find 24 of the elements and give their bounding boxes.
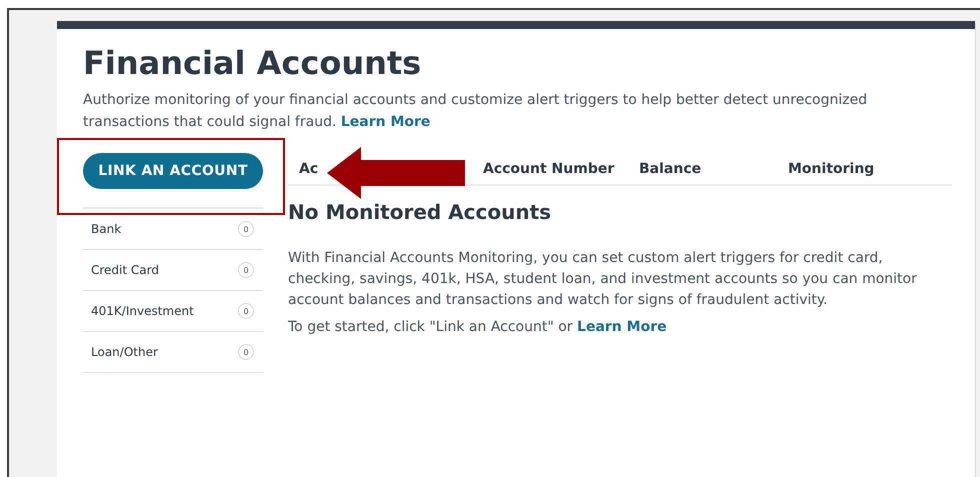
page-description: Authorize monitoring of your financial accounts and customize alert triggers to help better detect unrecognized transactions that could signal fraud. Learn More — [83, 91, 868, 132]
column-header: Account Number — [483, 160, 616, 176]
get-started-text: To get started, click "Link an Account" or Learn More — [288, 319, 668, 335]
category-label: 401K/Investment — [91, 304, 194, 318]
link-account-button[interactable]: LINK AN ACCOUNT — [83, 153, 263, 189]
column-header: Monitoring — [788, 160, 874, 176]
empty-state-text: With Financial Accounts Monitoring, you can set custom alert triggers for credit card, checking, savings, 401k, HSA, student loan, and investment accounts so you can monitor account balances and transactions and watch for signs of fraudulent activity. — [288, 249, 918, 310]
learn-more-link[interactable]: Learn More — [577, 319, 667, 335]
category-label: Bank — [91, 222, 122, 236]
count-badge: 0 — [238, 344, 254, 360]
category-label: Loan/Other — [91, 345, 158, 359]
column-header: Balance — [639, 160, 702, 176]
column-header: Ac — [299, 160, 320, 176]
count-badge: 0 — [238, 262, 254, 278]
category-item[interactable]: Credit Card 0 — [83, 250, 263, 291]
count-badge: 0 — [238, 303, 254, 319]
category-item[interactable]: 401K/Investment 0 — [83, 291, 263, 332]
page-title: Financial Accounts — [83, 43, 422, 84]
category-label: Credit Card — [91, 263, 159, 277]
learn-more-link[interactable]: Learn More — [340, 114, 430, 130]
empty-state-title: No Monitored Accounts — [288, 200, 552, 224]
count-badge: 0 — [238, 221, 254, 237]
category-item[interactable]: Loan/Other 0 — [83, 332, 263, 373]
category-item[interactable]: Bank 0 — [83, 209, 263, 250]
